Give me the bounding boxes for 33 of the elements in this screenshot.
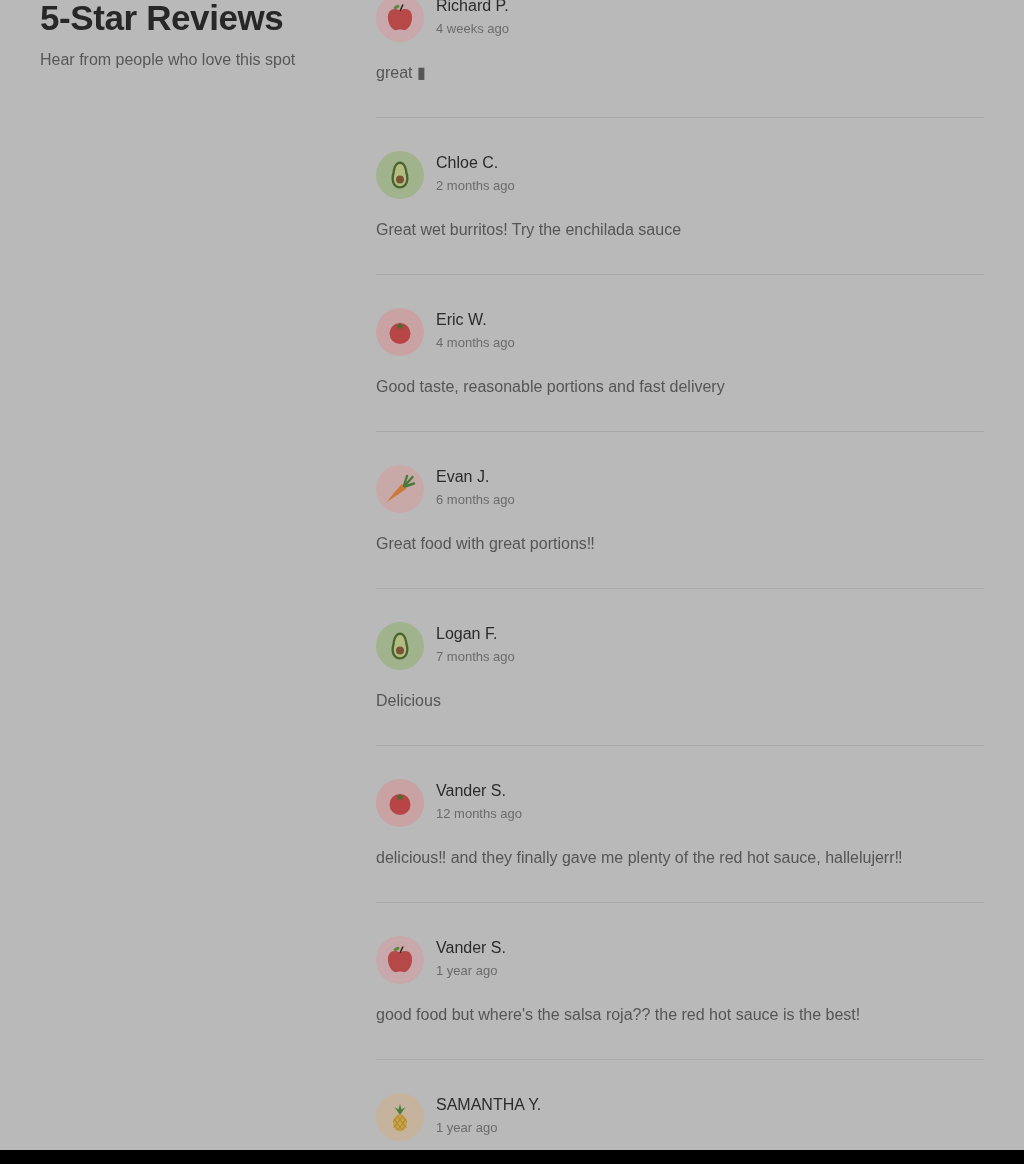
review-time: 2 months ago [436,177,515,195]
carrot-icon [376,465,424,513]
review-time: 4 weeks ago [436,20,509,38]
review-text: delicious‼ and they finally gave me plenty of the red hot sauce, hallelujerr‼ [376,848,904,868]
reviewer-name: Vander S. [436,938,506,958]
avocado-icon [376,622,424,670]
review-text: great ▮ [376,63,427,83]
review-time: 4 months ago [436,334,515,352]
review-time: 7 months ago [436,648,515,666]
review-text: Delicious [376,691,442,711]
review-text: Great wet burritos! Try the enchilada sauce [376,220,683,240]
reviewer-name: Evan J. [436,467,490,487]
reviewer-name: Chloe C. [436,153,499,173]
reviewer-name: Richard P. [436,0,509,16]
reviewer-name: Eric W. [436,310,487,330]
tomato-icon [376,779,424,827]
section-title: 5-Star Reviews [40,0,284,35]
review-time: 6 months ago [436,491,515,509]
review-text: Great food with great portions‼ [376,534,596,554]
review-text: Good taste, reasonable portions and fast delivery [376,377,726,397]
review-time: 12 months ago [436,805,522,823]
section-subtitle: Hear from people who love this spot [40,50,296,70]
pineapple-icon [376,1093,424,1141]
avocado-icon [376,151,424,199]
tomato-icon [376,308,424,356]
reviewer-name: Vander S. [436,781,506,801]
review-time: 1 year ago [436,1119,498,1137]
reviewer-name: Logan F. [436,624,498,644]
apple-icon [376,0,424,42]
review-time: 1 year ago [436,962,498,980]
reviewer-name: SAMANTHA Y. [436,1095,542,1115]
apple-icon [376,936,424,984]
review-text: good food but where's the salsa roja?? the red hot sauce is the best! [376,1005,862,1025]
